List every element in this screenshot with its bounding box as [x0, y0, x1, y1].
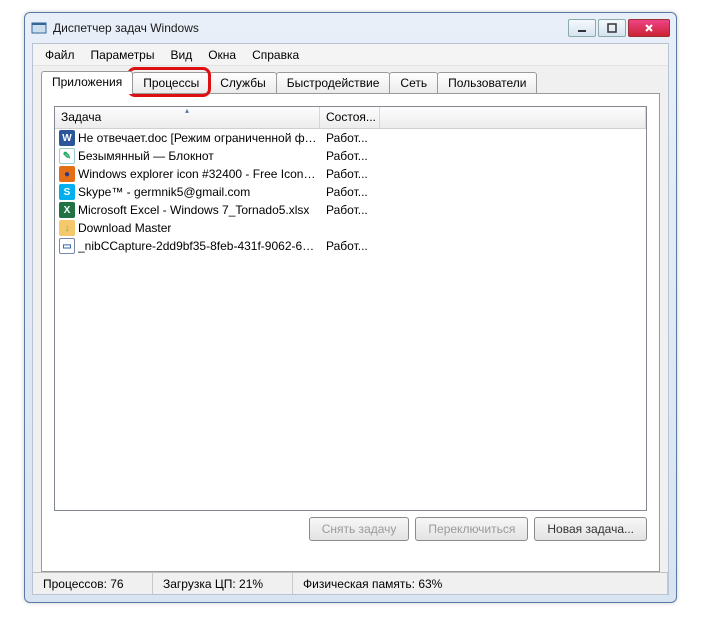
- tab-page: ▴ Задача Состоя... WНе отвечает.doc [Реж…: [41, 93, 660, 572]
- task-name: Безымянный — Блокнот: [78, 149, 214, 163]
- task-name: Download Master: [78, 221, 171, 235]
- tab-applications[interactable]: Приложения: [41, 71, 133, 94]
- column-spacer[interactable]: [380, 107, 646, 128]
- task-name: Windows explorer icon #32400 - Free Icon…: [78, 167, 320, 181]
- minimize-button[interactable]: [568, 19, 596, 37]
- task-status: Работ...: [320, 239, 380, 253]
- skype-icon: S: [59, 184, 75, 200]
- column-task[interactable]: ▴ Задача: [55, 107, 320, 128]
- table-row[interactable]: ●Windows explorer icon #32400 - Free Ico…: [55, 165, 646, 183]
- statusbar: Процессов: 76 Загрузка ЦП: 21% Физическа…: [33, 572, 668, 594]
- end-task-button[interactable]: Снять задачу: [309, 517, 410, 541]
- dm-icon: ↓: [59, 220, 75, 236]
- menu-help[interactable]: Справка: [244, 46, 307, 64]
- task-name: _nibCCapture-2dd9bf35-8feb-431f-9062-68e…: [78, 239, 320, 253]
- window-icon: ▭: [59, 238, 75, 254]
- task-status: Работ...: [320, 131, 380, 145]
- window-title: Диспетчер задач Windows: [53, 21, 566, 35]
- task-manager-window: Диспетчер задач Windows Файл Параметры В…: [24, 12, 677, 603]
- table-row[interactable]: SSkype™ - germnik5@gmail.com Работ...: [55, 183, 646, 201]
- tab-performance[interactable]: Быстродействие: [276, 72, 391, 94]
- menu-file[interactable]: Файл: [37, 46, 83, 64]
- tab-processes[interactable]: Процессы: [132, 72, 210, 94]
- tab-network[interactable]: Сеть: [389, 72, 438, 94]
- switch-to-button[interactable]: Переключиться: [415, 517, 528, 541]
- status-memory: Физическая память: 63%: [293, 573, 668, 594]
- status-processes: Процессов: 76: [33, 573, 153, 594]
- table-row[interactable]: WНе отвечает.doc [Режим ограниченной фун…: [55, 129, 646, 147]
- column-status[interactable]: Состоя...: [320, 107, 380, 128]
- task-name: Не отвечает.doc [Режим ограниченной функ…: [78, 131, 320, 145]
- task-status: Работ...: [320, 167, 380, 181]
- button-row: Снять задачу Переключиться Новая задача.…: [309, 517, 647, 541]
- task-status: Работ...: [320, 185, 380, 199]
- menubar: Файл Параметры Вид Окна Справка: [33, 44, 668, 66]
- menu-options[interactable]: Параметры: [83, 46, 163, 64]
- task-name: Microsoft Excel - Windows 7_Tornado5.xls…: [78, 203, 309, 217]
- table-row[interactable]: XMicrosoft Excel - Windows 7_Tornado5.xl…: [55, 201, 646, 219]
- firefox-icon: ●: [59, 166, 75, 182]
- client-area: Файл Параметры Вид Окна Справка Приложен…: [32, 43, 669, 595]
- status-cpu: Загрузка ЦП: 21%: [153, 573, 293, 594]
- titlebar[interactable]: Диспетчер задач Windows: [25, 13, 676, 43]
- excel-icon: X: [59, 202, 75, 218]
- task-status: Работ...: [320, 149, 380, 163]
- menu-view[interactable]: Вид: [162, 46, 200, 64]
- notepad-icon: ✎: [59, 148, 75, 164]
- word-icon: W: [59, 130, 75, 146]
- table-row[interactable]: ↓Download Master: [55, 219, 646, 237]
- close-button[interactable]: [628, 19, 670, 37]
- tab-services[interactable]: Службы: [209, 72, 276, 94]
- table-row[interactable]: ▭_nibCCapture-2dd9bf35-8feb-431f-9062-68…: [55, 237, 646, 255]
- maximize-button[interactable]: [598, 19, 626, 37]
- task-name: Skype™ - germnik5@gmail.com: [78, 185, 250, 199]
- column-headers: ▴ Задача Состоя...: [55, 107, 646, 129]
- new-task-button[interactable]: Новая задача...: [534, 517, 647, 541]
- table-row[interactable]: ✎Безымянный — Блокнот Работ...: [55, 147, 646, 165]
- sort-indicator-icon: ▴: [185, 106, 189, 115]
- task-status: Работ...: [320, 203, 380, 217]
- tab-users[interactable]: Пользователи: [437, 72, 537, 94]
- menu-windows[interactable]: Окна: [200, 46, 244, 64]
- tabstrip: Приложения Процессы Службы Быстродействи…: [41, 72, 660, 94]
- applications-listview[interactable]: ▴ Задача Состоя... WНе отвечает.doc [Реж…: [54, 106, 647, 511]
- app-icon: [31, 20, 47, 36]
